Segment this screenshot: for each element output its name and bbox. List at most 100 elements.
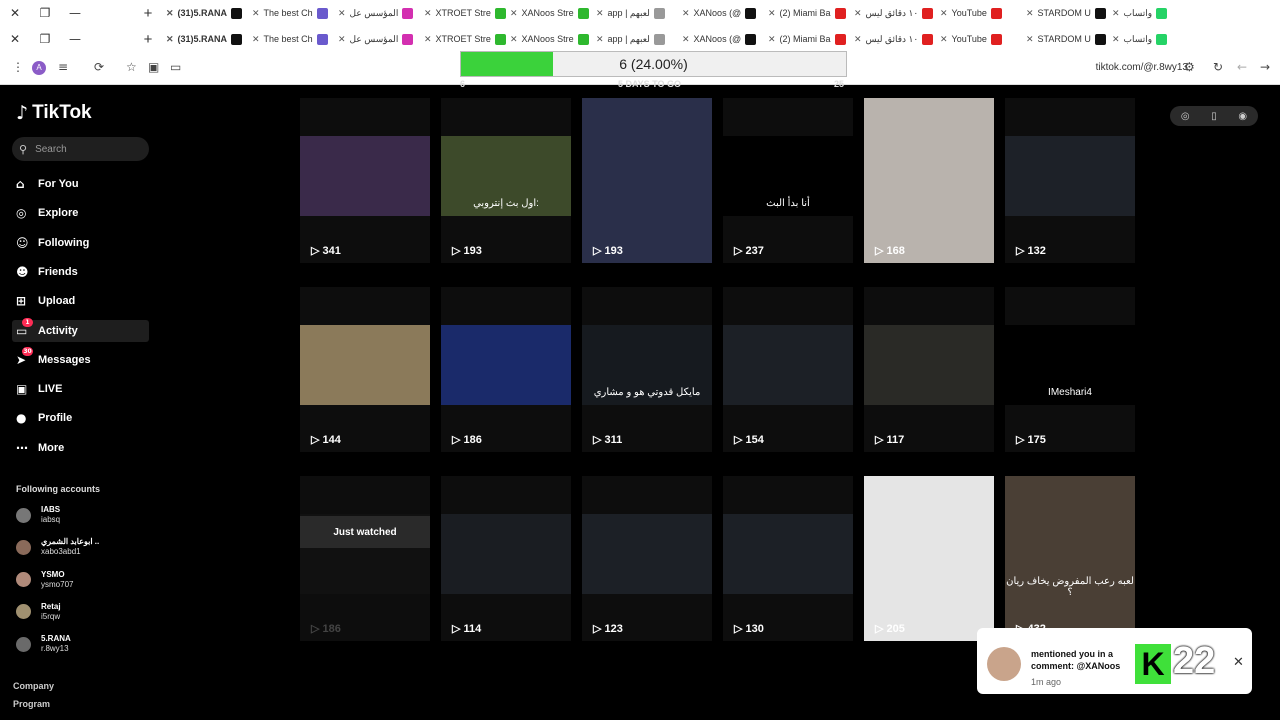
footer-company-link[interactable]: Company: [13, 681, 54, 691]
browser-tab[interactable]: ✕ (31)5.RANA: [162, 2, 248, 24]
tab-close-icon[interactable]: ✕: [1112, 8, 1120, 19]
video-card[interactable]: ▷ 117: [864, 287, 994, 452]
browser-tab[interactable]: ✕ (2) Miami Ba: [764, 28, 850, 50]
browser-tab[interactable]: ✕ YouTube: [936, 28, 1022, 50]
sidebar-item-explore[interactable]: ◎ Explore: [12, 202, 149, 224]
browser-tab[interactable]: ✕ ١٠ دقائق ليس: [850, 28, 936, 50]
sidebar-item-profile[interactable]: ● Profile: [12, 407, 149, 429]
browser-tab[interactable]: ✕ XTROET Stre: [420, 2, 506, 24]
tab-close-icon[interactable]: ✕: [1112, 34, 1120, 45]
bookmark-star-icon[interactable]: ☆: [126, 60, 137, 74]
video-card[interactable]: Just watched ▷ 186: [300, 476, 430, 641]
tab-close-icon[interactable]: ✕: [940, 34, 948, 45]
site-settings-icon[interactable]: ⚙: [1184, 60, 1195, 74]
browser-tab[interactable]: ✕ STARDOM U: [1022, 28, 1108, 50]
browser-tab[interactable]: ✕ المؤسس عل: [334, 28, 420, 50]
browser-tab[interactable]: ✕ المؤسس عل: [334, 2, 420, 24]
video-card[interactable]: ▷ 144: [300, 287, 430, 452]
search-input[interactable]: ⚲ Search: [12, 137, 149, 161]
tab-close-icon[interactable]: ✕: [510, 8, 518, 19]
browser-tab[interactable]: ✕ XANoos (@: [678, 28, 764, 50]
sidebar-item-for-you[interactable]: ⌂ For You: [12, 173, 149, 195]
following-account[interactable]: ابوعابد الشمري .. xabo3abd1: [16, 534, 146, 560]
tab-close-icon[interactable]: ✕: [424, 34, 432, 45]
tab-close-icon[interactable]: ✕: [768, 34, 776, 45]
new-tab-icon[interactable]: +: [134, 5, 162, 22]
following-account[interactable]: IABS iabsq: [16, 502, 146, 528]
video-card[interactable]: لعبه رعب المفروض يخاف ريان ؟▷432: [1005, 476, 1135, 641]
sidebar-item-friends[interactable]: ☻ Friends: [12, 261, 149, 283]
following-account[interactable]: YSMO ysmo707: [16, 567, 146, 593]
sidebar-item-more[interactable]: ⋯ More: [12, 437, 149, 459]
browser-tab[interactable]: ✕ XANoos (@: [678, 2, 764, 24]
notification-popup[interactable]: mentioned you in a comment: @XANoos 1m a…: [977, 628, 1252, 694]
profile-avatar[interactable]: A: [32, 61, 46, 75]
following-account[interactable]: Retaj i5rqw: [16, 599, 146, 625]
tab-close-icon[interactable]: ✕: [510, 34, 518, 45]
tab-close-icon[interactable]: ✕: [596, 34, 604, 45]
browser-tab[interactable]: ✕ واتساب: [1108, 28, 1194, 50]
restore-window-icon[interactable]: ❐: [30, 32, 60, 46]
close-window-icon[interactable]: ✕: [0, 32, 30, 46]
browser-tab[interactable]: ✕ ١٠ دقائق ليس: [850, 2, 936, 24]
video-card[interactable]: اول بث إنتروبي: ▷ 193: [441, 98, 571, 263]
extensions-icon[interactable]: ⟳: [94, 60, 104, 74]
video-card[interactable]: ▷ 123: [582, 476, 712, 641]
tab-close-icon[interactable]: ✕: [252, 34, 260, 45]
sound-icon[interactable]: ◎: [1181, 111, 1190, 122]
minimize-window-icon[interactable]: —: [60, 6, 90, 20]
video-card[interactable]: IMeshari4 ▷ 175: [1005, 287, 1135, 452]
browser-tab[interactable]: ✕ STARDOM U: [1022, 2, 1108, 24]
video-card[interactable]: ▷ 205: [864, 476, 994, 641]
sidebar-item-messages[interactable]: ➤ 30 Messages: [12, 346, 149, 371]
video-card[interactable]: ▷ 168: [864, 98, 994, 263]
url-text[interactable]: tiktok.com/@r.8wy13: [1096, 62, 1188, 73]
video-card[interactable]: ▷ 193: [582, 98, 712, 263]
back-icon[interactable]: ←: [1237, 60, 1247, 74]
restore-window-icon[interactable]: ❐: [30, 6, 60, 20]
browser-tab[interactable]: ✕ app | لعبهم: [592, 2, 678, 24]
browser-tab[interactable]: ✕ واتساب: [1108, 2, 1194, 24]
sidebar-item-upload[interactable]: ⊞ Upload: [12, 290, 149, 312]
browser-tab[interactable]: ✕ (2) Miami Ba: [764, 2, 850, 24]
video-card[interactable]: ▷ 130: [723, 476, 853, 641]
tab-close-icon[interactable]: ✕: [768, 8, 776, 19]
video-card[interactable]: ▷ 154: [723, 287, 853, 452]
footer-program-link[interactable]: Program: [13, 699, 50, 709]
close-window-icon[interactable]: ✕: [0, 6, 30, 20]
new-tab-icon[interactable]: +: [134, 31, 162, 48]
reload-icon[interactable]: ↻: [1213, 60, 1223, 74]
screenshot-icon[interactable]: ▣: [148, 60, 159, 74]
video-card[interactable]: مايكل قدوتي هو و مشاري ▷ 311: [582, 287, 712, 452]
tab-close-icon[interactable]: ✕: [940, 8, 948, 19]
tiktok-logo[interactable]: ♪ TikTok: [16, 102, 92, 124]
browser-tab[interactable]: ✕ The best Ch: [248, 2, 334, 24]
minimize-window-icon[interactable]: —: [60, 32, 90, 46]
close-icon[interactable]: ✕: [1233, 654, 1244, 670]
browser-tab[interactable]: ✕ YouTube: [936, 2, 1022, 24]
cast-icon[interactable]: ▭: [170, 60, 181, 74]
tab-close-icon[interactable]: ✕: [596, 8, 604, 19]
tab-close-icon[interactable]: ✕: [1026, 34, 1034, 45]
sidebar-item-following[interactable]: ☺ Following: [12, 232, 149, 254]
video-card[interactable]: ▷ 186: [441, 287, 571, 452]
tab-close-icon[interactable]: ✕: [1026, 8, 1034, 19]
device-icon[interactable]: ▯: [1211, 111, 1217, 122]
video-card[interactable]: ▷ 114: [441, 476, 571, 641]
browser-tab[interactable]: ✕ XTROET Stre: [420, 28, 506, 50]
more-options-icon[interactable]: ◉: [1238, 111, 1247, 122]
menu-dots-icon[interactable]: ⋮: [12, 60, 24, 74]
tab-close-icon[interactable]: ✕: [338, 34, 346, 45]
browser-tab[interactable]: ✕ (31)5.RANA: [162, 28, 248, 50]
tab-close-icon[interactable]: ✕: [854, 8, 862, 19]
tab-close-icon[interactable]: ✕: [682, 8, 690, 19]
browser-tab[interactable]: ✕ app | لعبهم: [592, 28, 678, 50]
tab-close-icon[interactable]: ✕: [854, 34, 862, 45]
tab-close-icon[interactable]: ✕: [166, 8, 174, 19]
video-card[interactable]: أنا بدأ البث ▷ 237: [723, 98, 853, 263]
sidebar-item-live[interactable]: ▣ LIVE: [12, 378, 149, 400]
playlist-icon[interactable]: ≡: [58, 60, 68, 74]
browser-tab[interactable]: ✕ XANoos Stre: [506, 2, 592, 24]
video-card[interactable]: ▷ 341: [300, 98, 430, 263]
tab-close-icon[interactable]: ✕: [682, 34, 690, 45]
